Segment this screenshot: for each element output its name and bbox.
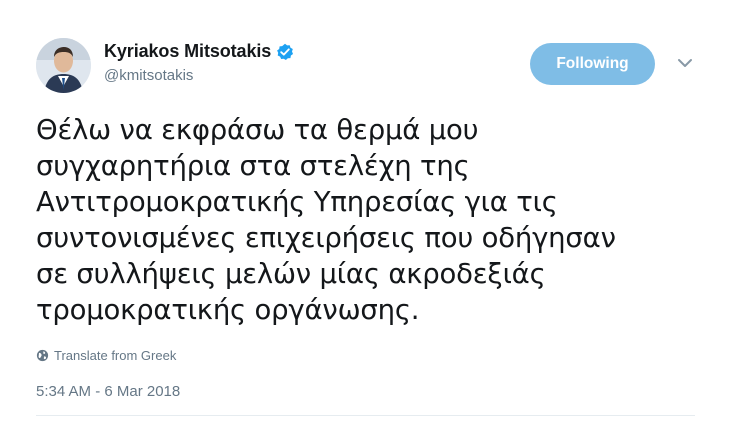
display-name[interactable]: Kyriakos Mitsotakis (104, 41, 271, 62)
tweet-text: Θέλω να εκφράσω τα θερμά μου συγχαρητήρι… (36, 112, 706, 328)
tweet-text-line: Αντιτρομοκρατικής Υπηρεσίας για τις (36, 186, 558, 218)
tweet-text-line: συντονισμένες επιχειρήσεις που οδήγησαν (36, 222, 616, 254)
verified-badge-icon (276, 43, 294, 61)
chevron-down-icon[interactable] (675, 55, 695, 71)
avatar[interactable] (36, 38, 91, 93)
tweet-text-line: συγχαρητήρια στα στελέχη της (36, 150, 470, 182)
translate-label: Translate from Greek (54, 348, 177, 363)
tweet-text-line: τρομοκρατικής οργάνωσης. (36, 294, 420, 326)
tweet-card: Kyriakos Mitsotakis @kmitsotakis Followi… (0, 0, 735, 426)
author-handle[interactable]: @kmitsotakis (104, 67, 193, 84)
tweet-timestamp[interactable]: 5:34 AM - 6 Mar 2018 (36, 383, 180, 400)
author-name-row: Kyriakos Mitsotakis (104, 41, 294, 62)
following-button[interactable]: Following (530, 43, 655, 85)
divider (36, 415, 695, 416)
translate-link[interactable]: Translate from Greek (36, 348, 176, 363)
tweet-text-line: Θέλω να εκφράσω τα θερμά μου (36, 114, 479, 146)
globe-icon (36, 349, 49, 362)
tweet-text-line: σε συλλήψεις μελών μίας ακροδεξιάς (36, 258, 546, 290)
